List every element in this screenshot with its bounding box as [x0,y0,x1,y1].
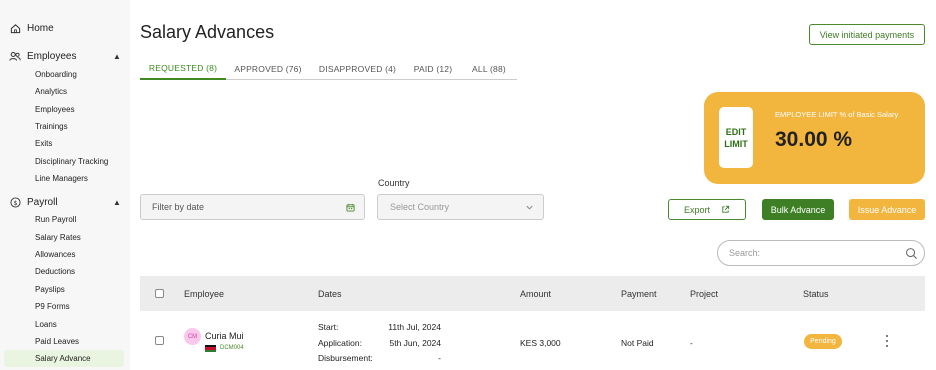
external-link-icon [721,205,730,214]
column-header-dates[interactable]: Dates [318,289,342,299]
sidebar-item-deductions[interactable]: Deductions [35,267,75,276]
status-tabs: REQUESTED (8) APPROVED (76) DISAPPROVED … [140,58,517,80]
sidebar-item-paid-leaves[interactable]: Paid Leaves [35,337,79,346]
bulk-advance-button[interactable]: Bulk Advance [762,199,834,220]
chevron-up-icon: ▲ [113,51,121,61]
more-options-icon[interactable] [884,335,890,347]
column-header-payment[interactable]: Payment [621,289,657,299]
home-icon [9,22,21,34]
amount-cell: KES 3,000 [520,338,561,348]
sidebar-item-analytics[interactable]: Analytics [35,87,67,96]
sidebar-item-payslips[interactable]: Payslips [35,285,65,294]
select-all-checkbox[interactable] [155,289,164,298]
sidebar: Home Employees ▲ Onboarding Analytics Em… [0,0,130,370]
employee-code: DCM004 [220,345,244,351]
view-initiated-payments-button[interactable]: View initiated payments [809,24,925,45]
sidebar-item-loans[interactable]: Loans [35,320,57,329]
sidebar-group-label: Payroll [27,196,58,208]
tab-requested[interactable]: REQUESTED (8) [140,58,226,80]
sidebar-item-line-managers[interactable]: Line Managers [35,174,88,183]
tab-paid[interactable]: PAID (12) [405,58,461,80]
date-application-value: 5th Jun, 2024 [389,338,441,348]
tab-approved[interactable]: APPROVED (76) [226,58,310,80]
employee-limit-label: EMPLOYEE LIMIT % of Basic Salary [775,110,899,119]
column-header-status[interactable]: Status [803,289,829,299]
dollar-circle-icon: $ [9,196,21,208]
sidebar-item-onboarding[interactable]: Onboarding [35,70,77,79]
date-filter-placeholder: Filter by date [152,202,205,212]
sidebar-group-employees[interactable]: Employees ▲ [9,50,129,62]
date-disbursement-label: Disbursement: [318,353,373,363]
tab-disapproved[interactable]: DISAPPROVED (4) [310,58,405,80]
sidebar-item-employees[interactable]: Employees [35,105,75,114]
country-select-placeholder: Select Country [390,202,450,212]
sidebar-item-label: Home [27,22,54,34]
export-label: Export [683,204,710,215]
column-header-amount[interactable]: Amount [520,289,551,299]
sidebar-group-payroll[interactable]: $ Payroll ▲ [9,196,129,208]
search-input[interactable]: Search: [717,240,925,266]
page-title: Salary Advances [140,22,275,42]
date-filter-input[interactable]: Filter by date [140,194,365,220]
sidebar-item-allowances[interactable]: Allowances [35,250,75,259]
sidebar-group-label: Employees [27,50,77,62]
table-header: Employee Dates Amount Payment Project St… [140,276,925,311]
chevron-up-icon: ▲ [113,197,121,207]
svg-text:$: $ [13,198,17,206]
column-header-project[interactable]: Project [690,289,718,299]
sidebar-item-p9-forms[interactable]: P9 Forms [35,302,70,311]
date-start-value: 11th Jul, 2024 [388,322,441,332]
search-placeholder: Search: [729,248,761,258]
sidebar-item-trainings[interactable]: Trainings [35,122,68,131]
calendar-icon [346,203,355,214]
avatar: CM [184,328,201,345]
row-checkbox[interactable] [155,336,164,345]
tab-all[interactable]: ALL (88) [461,58,517,80]
employee-name[interactable]: Curia Mui [205,331,244,341]
sidebar-item-exits[interactable]: Exits [35,139,52,148]
country-label: Country [378,178,410,188]
date-disbursement-value: - [438,353,441,363]
edit-limit-line2: LIMIT [724,138,748,149]
users-icon [9,50,21,62]
project-cell: - [690,338,693,348]
edit-limit-button[interactable]: EDIT LIMIT [719,107,753,168]
country-select[interactable]: Select Country [377,194,544,220]
chevron-down-icon [525,203,534,214]
employee-limit-card: EDIT LIMIT EMPLOYEE LIMIT % of Basic Sal… [704,92,925,184]
payment-cell: Not Paid [621,338,654,348]
sidebar-item-salary-rates[interactable]: Salary Rates [35,233,81,242]
edit-limit-line1: EDIT [725,126,747,137]
search-icon[interactable] [905,247,918,262]
sidebar-item-home[interactable]: Home [9,22,54,34]
sidebar-item-run-payroll[interactable]: Run Payroll [35,215,76,224]
status-badge: Pending [804,334,842,349]
column-header-employee[interactable]: Employee [184,289,224,299]
employee-limit-value: 30.00 % [775,128,853,151]
sidebar-item-disciplinary-tracking[interactable]: Disciplinary Tracking [35,157,108,166]
date-start-label: Start: [318,322,339,332]
date-application-label: Application: [318,338,362,348]
issue-advance-button[interactable]: Issue Advance [849,199,925,220]
kenya-flag-icon [205,345,216,352]
sidebar-item-salary-advance[interactable]: Salary Advance [35,354,91,363]
export-button[interactable]: Export [668,199,746,220]
